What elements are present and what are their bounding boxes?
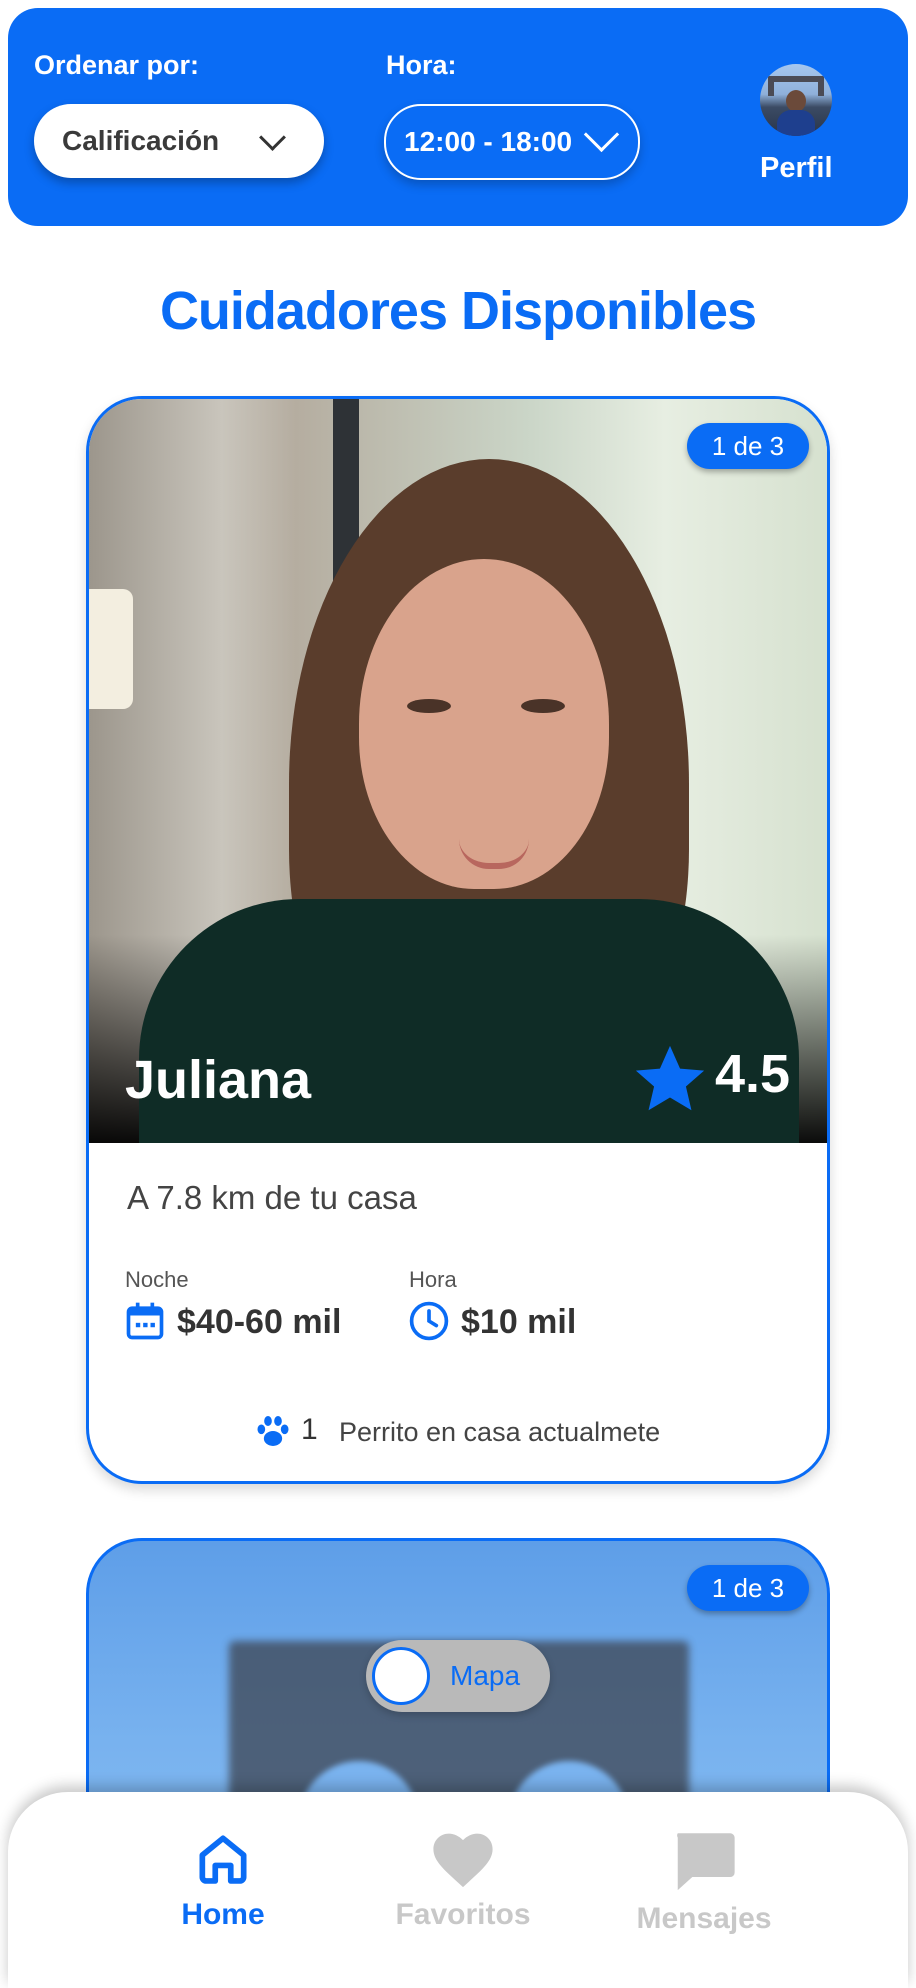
- page-title: Cuidadores Disponibles: [159, 281, 757, 341]
- caregiver-card[interactable]: 1 de 3 Juliana 4.5 A 7.8 km de tu casa N…: [86, 396, 830, 1484]
- nav-label-home: Home: [181, 1898, 265, 1931]
- chevron-down-icon: [259, 124, 286, 151]
- message-icon: [677, 1833, 735, 1891]
- nav-label-favorites: Favoritos: [395, 1898, 531, 1931]
- toggle-knob: [372, 1647, 430, 1705]
- profile-avatar[interactable]: [760, 64, 832, 136]
- photo-counter-badge: 1 de 3: [687, 1565, 809, 1611]
- time-label: Hora:: [386, 50, 457, 80]
- night-price-value: $40-60 mil: [177, 1303, 342, 1341]
- clock-icon: [409, 1301, 449, 1341]
- night-price-label: Noche: [125, 1267, 189, 1292]
- paw-icon: [257, 1416, 289, 1446]
- map-toggle[interactable]: Mapa: [366, 1640, 550, 1712]
- sort-label: Ordenar por:: [34, 50, 200, 80]
- nav-item-messages[interactable]: Mensajes: [624, 1828, 784, 1936]
- star-icon: [635, 1045, 705, 1111]
- nav-label-messages: Mensajes: [636, 1902, 772, 1935]
- distance-text: A 7.8 km de tu casa: [127, 1179, 417, 1216]
- calendar-icon: [126, 1302, 164, 1340]
- home-icon: [199, 1835, 247, 1884]
- bottom-nav: Home Favoritos Mensajes: [8, 1792, 908, 1988]
- time-range-value: 12:00 - 18:00: [404, 126, 573, 157]
- chevron-down-icon: [583, 116, 620, 153]
- dogs-text: Perrito en casa actualmete: [339, 1417, 661, 1447]
- photo-counter-badge: 1 de 3: [687, 423, 809, 469]
- dogs-count: 1: [301, 1413, 318, 1446]
- nav-item-home[interactable]: Home: [158, 1828, 288, 1932]
- rating-value: 4.5: [715, 1044, 791, 1104]
- top-filter-bar: Ordenar por: Calificación Hora: 12:00 - …: [8, 8, 908, 226]
- hour-price-value: $10 mil: [461, 1303, 577, 1341]
- heart-icon: [433, 1833, 493, 1888]
- sort-select[interactable]: Calificación: [34, 104, 324, 178]
- hour-price-label: Hora: [409, 1267, 457, 1292]
- map-toggle-label: Mapa: [450, 1660, 521, 1691]
- caregiver-photo[interactable]: 1 de 3 Juliana 4.5: [89, 399, 827, 1143]
- caregiver-name: Juliana: [125, 1050, 312, 1110]
- nav-item-favorites[interactable]: Favoritos: [388, 1828, 538, 1932]
- profile-label[interactable]: Perfil: [760, 152, 846, 185]
- sort-value: Calificación: [62, 125, 220, 156]
- time-range-select[interactable]: 12:00 - 18:00: [384, 104, 640, 180]
